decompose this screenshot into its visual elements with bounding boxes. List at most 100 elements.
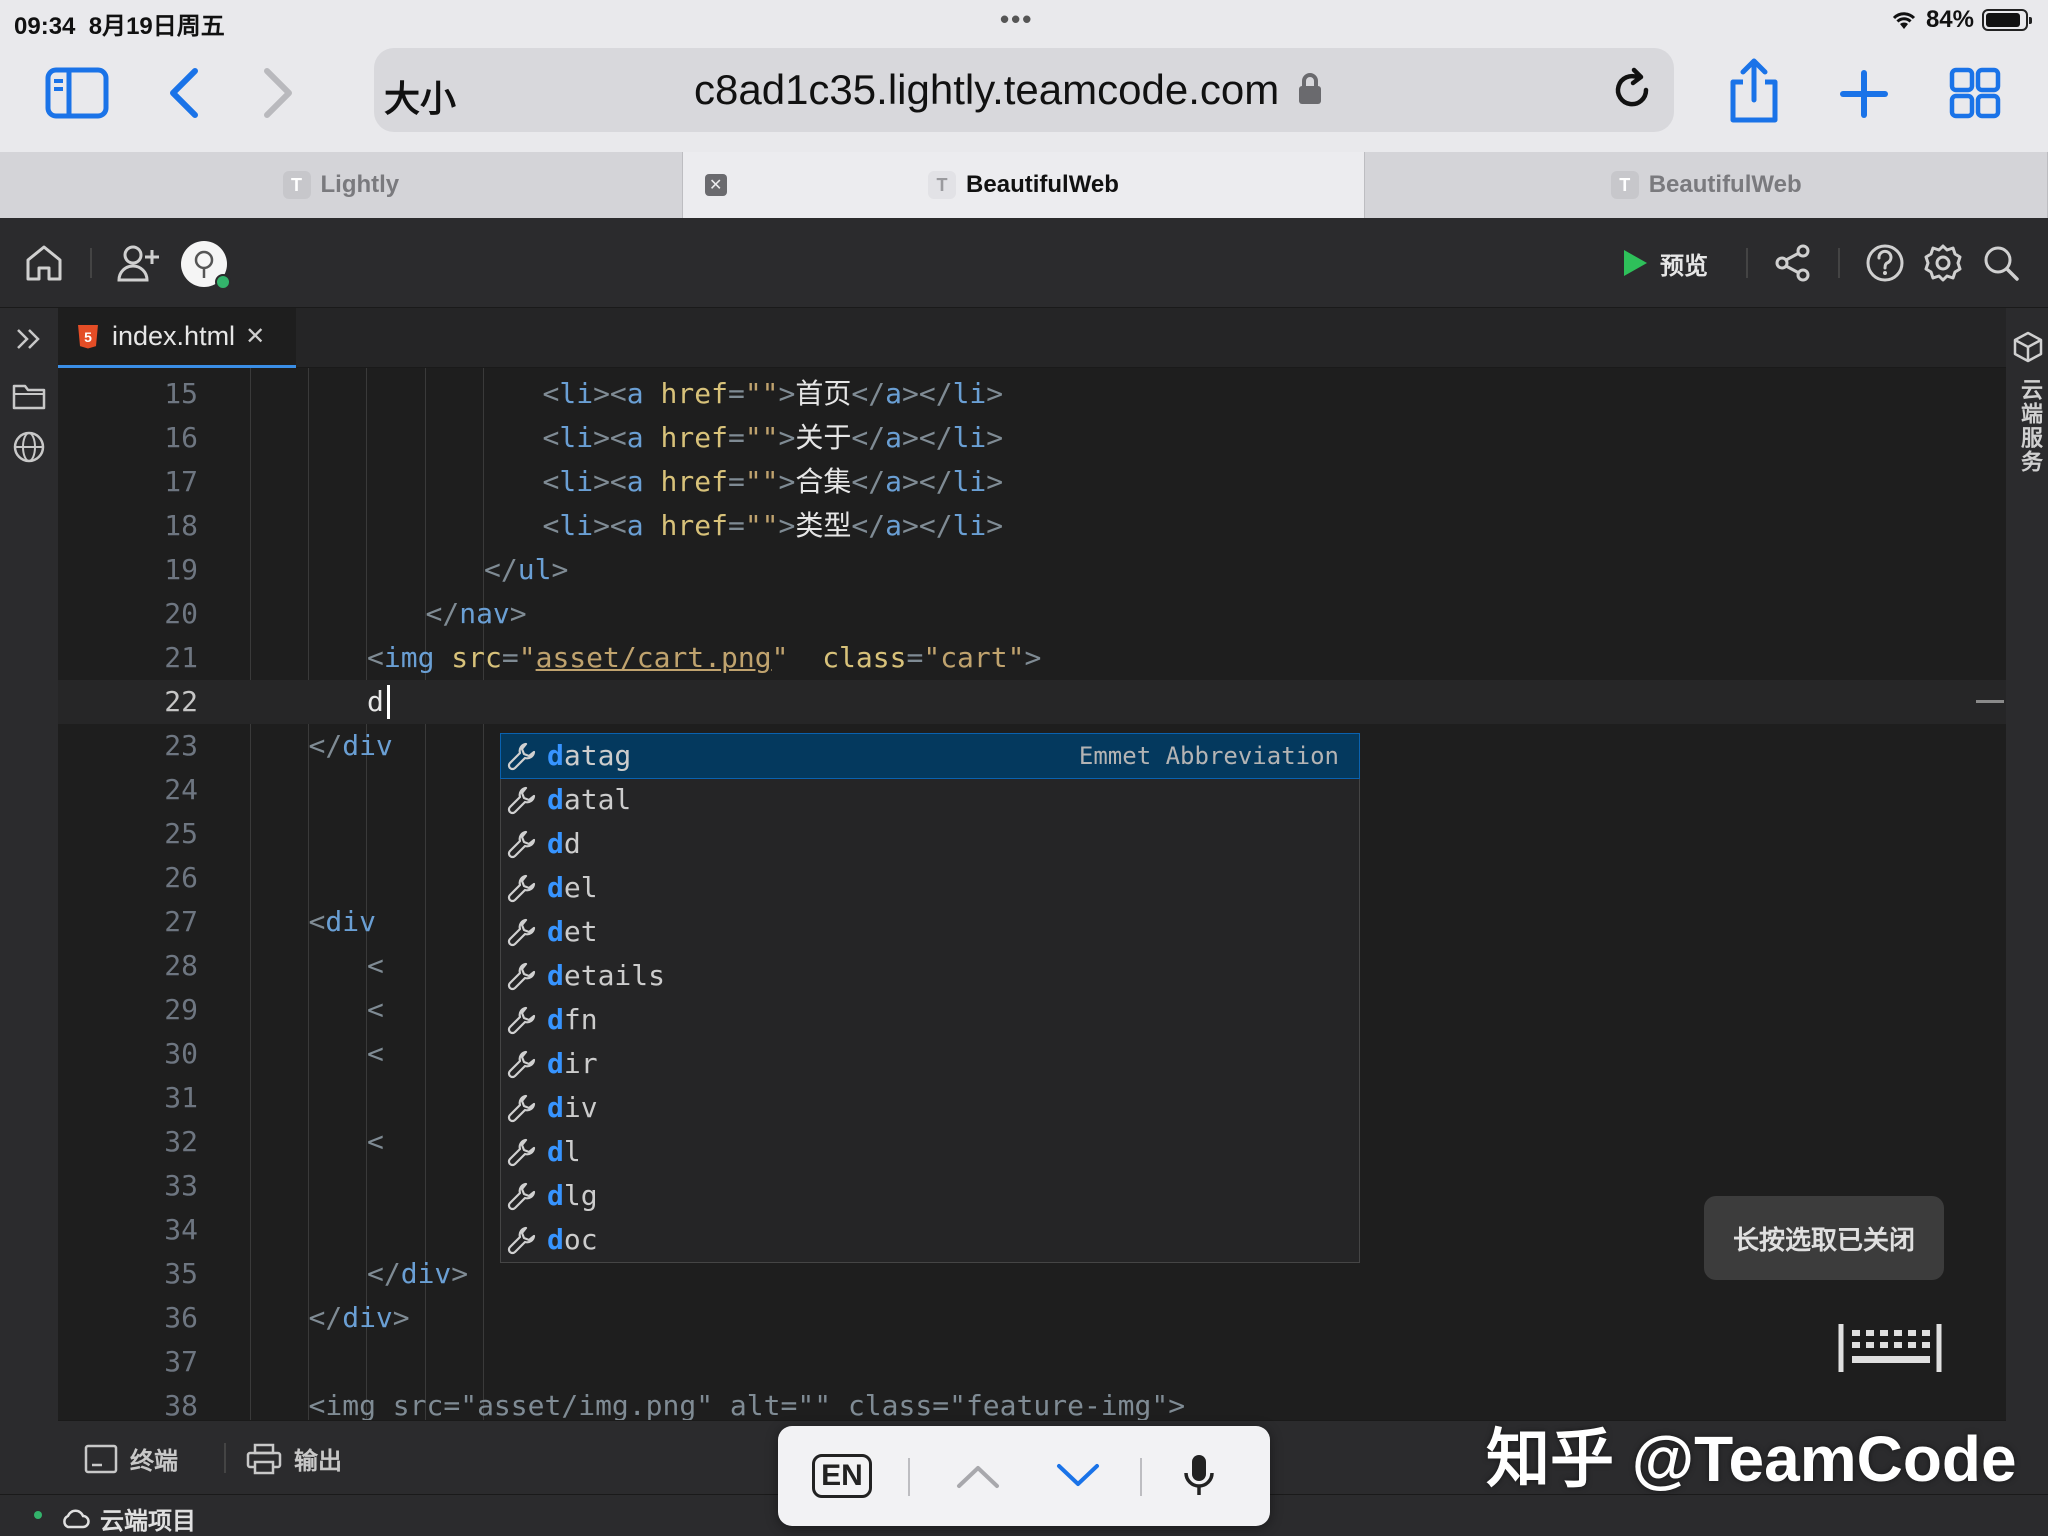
suggestion-item[interactable]: dd bbox=[501, 822, 1359, 866]
divider bbox=[908, 1458, 910, 1496]
avatar[interactable] bbox=[180, 240, 232, 292]
cloud-project-item[interactable]: 云端项目 bbox=[60, 1501, 196, 1536]
code-line[interactable]: 15<li><a href="">首页</a></li> bbox=[58, 372, 2006, 416]
add-collaborator-icon[interactable] bbox=[114, 240, 164, 286]
favicon: T bbox=[928, 171, 956, 199]
tab-label: BeautifulWeb bbox=[966, 171, 1119, 199]
line-number: 33 bbox=[58, 1164, 198, 1208]
divider bbox=[1140, 1458, 1142, 1496]
ide-header: 预览 bbox=[0, 218, 2048, 308]
language-toggle-button[interactable]: EN bbox=[812, 1448, 872, 1504]
suggestion-item[interactable]: dir bbox=[501, 1042, 1359, 1086]
suggestion-item[interactable]: dlg bbox=[501, 1174, 1359, 1218]
suggestion-item[interactable]: datal bbox=[501, 778, 1359, 822]
suggestion-item[interactable]: dl bbox=[501, 1130, 1359, 1174]
suggestion-item[interactable]: del bbox=[501, 866, 1359, 910]
line-number: 35 bbox=[58, 1252, 198, 1296]
browser-tab-bar: TLightly ✕TBeautifulWeb TBeautifulWeb bbox=[0, 152, 2048, 218]
line-number: 34 bbox=[58, 1208, 198, 1252]
code-line[interactable]: 18<li><a href="">类型</a></li> bbox=[58, 504, 2006, 548]
text-size-button[interactable]: 大小 bbox=[384, 70, 456, 122]
cloud-cube-icon[interactable] bbox=[2012, 330, 2044, 364]
sidebar-toggle-icon[interactable] bbox=[44, 64, 110, 122]
suggestion-item[interactable]: doc bbox=[501, 1218, 1359, 1262]
url-text[interactable]: c8ad1c35.lightly.teamcode.com bbox=[694, 66, 1323, 114]
code-line[interactable]: 36</div> bbox=[58, 1296, 2006, 1340]
code-line[interactable]: 20</nav> bbox=[58, 592, 2006, 636]
output-tab[interactable]: 输出 bbox=[246, 1441, 342, 1476]
keyboard-toggle-icon[interactable] bbox=[1838, 1320, 1942, 1381]
browser-toolbar: 大小 c8ad1c35.lightly.teamcode.com bbox=[0, 40, 2048, 152]
suggestion-label: dfn bbox=[547, 998, 598, 1042]
tab-label: BeautifulWeb bbox=[1649, 171, 1802, 199]
wrench-icon bbox=[507, 873, 537, 903]
editor-tab-index-html[interactable]: 5 index.html ✕ bbox=[58, 308, 296, 368]
terminal-tab[interactable]: 终端 bbox=[84, 1441, 178, 1476]
language-label: EN bbox=[812, 1454, 872, 1498]
code-text: <li><a href="">类型</a></li> bbox=[543, 504, 1004, 548]
wrench-icon bbox=[507, 917, 537, 947]
connection-dot bbox=[34, 1511, 42, 1519]
previous-field-icon[interactable] bbox=[948, 1448, 1008, 1504]
address-bar[interactable]: 大小 c8ad1c35.lightly.teamcode.com bbox=[374, 48, 1674, 132]
close-icon[interactable]: ✕ bbox=[245, 322, 265, 351]
code-text: </div bbox=[309, 724, 393, 768]
search-icon[interactable] bbox=[1978, 240, 2024, 286]
code-line[interactable]: 22 d bbox=[58, 680, 2006, 724]
printer-icon bbox=[246, 1443, 282, 1475]
tab-overview-icon[interactable] bbox=[1946, 64, 2004, 122]
microphone-icon[interactable] bbox=[1176, 1448, 1222, 1504]
code-text: < bbox=[367, 988, 384, 1032]
settings-gear-icon[interactable] bbox=[1920, 240, 1966, 286]
editor-tab-bar: 5 index.html ✕ bbox=[58, 308, 2006, 368]
code-text: d bbox=[367, 680, 384, 724]
suggestion-item[interactable]: div bbox=[501, 1086, 1359, 1130]
suggestion-detail: Emmet Abbreviation bbox=[1079, 734, 1339, 778]
new-tab-icon[interactable] bbox=[1836, 66, 1892, 122]
autocomplete-popup[interactable]: datagEmmet Abbreviationdataldddeldetdeta… bbox=[500, 733, 1360, 1263]
help-icon[interactable] bbox=[1862, 240, 1908, 286]
code-line[interactable]: 21<img src="asset/cart.png" class="cart"… bbox=[58, 636, 2006, 680]
reload-icon[interactable] bbox=[1608, 66, 1656, 119]
browser-tab-beautifulweb-active[interactable]: ✕ T BeautifulWeb bbox=[683, 152, 1366, 218]
suggestion-item[interactable]: datagEmmet Abbreviation bbox=[501, 734, 1359, 778]
suggestion-item[interactable]: details bbox=[501, 954, 1359, 998]
close-tab-icon[interactable]: ✕ bbox=[705, 174, 727, 196]
line-number: 32 bbox=[58, 1120, 198, 1164]
divider bbox=[90, 248, 92, 278]
globe-icon[interactable] bbox=[10, 428, 48, 466]
wifi-icon bbox=[1890, 9, 1918, 31]
code-line[interactable]: 19</ul> bbox=[58, 548, 2006, 592]
code-line[interactable]: 16<li><a href="">关于</a></li> bbox=[58, 416, 2006, 460]
multitasking-dots-icon[interactable]: ••• bbox=[1000, 4, 1033, 35]
back-icon[interactable] bbox=[162, 62, 206, 124]
line-number: 24 bbox=[58, 768, 198, 812]
line-number: 31 bbox=[58, 1076, 198, 1120]
wrench-icon bbox=[507, 1137, 537, 1167]
code-line[interactable]: 17<li><a href="">合集</a></li> bbox=[58, 460, 2006, 504]
wrench-icon bbox=[507, 1005, 537, 1035]
home-icon[interactable] bbox=[20, 240, 68, 286]
browser-tab-lightly[interactable]: TLightly bbox=[0, 152, 683, 218]
explorer-folder-icon[interactable] bbox=[10, 378, 48, 414]
share-icon[interactable] bbox=[1724, 56, 1784, 126]
code-line[interactable]: 37 bbox=[58, 1340, 2006, 1384]
code-text: <img src="asset/cart.png" class="cart"> bbox=[367, 636, 1041, 680]
code-text: </ul> bbox=[484, 548, 568, 592]
line-number: 36 bbox=[58, 1296, 198, 1340]
suggestion-item[interactable]: dfn bbox=[501, 998, 1359, 1042]
expand-panel-icon[interactable] bbox=[12, 322, 46, 356]
share-link-icon[interactable] bbox=[1770, 240, 1816, 286]
suggestion-item[interactable]: det bbox=[501, 910, 1359, 954]
line-number: 22 bbox=[58, 680, 198, 724]
battery-icon bbox=[1982, 9, 2028, 31]
battery-percent: 84% bbox=[1926, 6, 1974, 34]
next-field-icon[interactable] bbox=[1048, 1448, 1108, 1504]
forward-icon[interactable] bbox=[256, 62, 300, 124]
wrench-icon bbox=[507, 1225, 537, 1255]
wrench-icon bbox=[507, 961, 537, 991]
browser-tab-beautifulweb[interactable]: TBeautifulWeb bbox=[1365, 152, 2048, 218]
play-icon bbox=[1620, 247, 1650, 279]
cloud-services-label[interactable]: 云端服务 bbox=[2014, 378, 2046, 474]
preview-button[interactable]: 预览 bbox=[1620, 240, 1708, 286]
